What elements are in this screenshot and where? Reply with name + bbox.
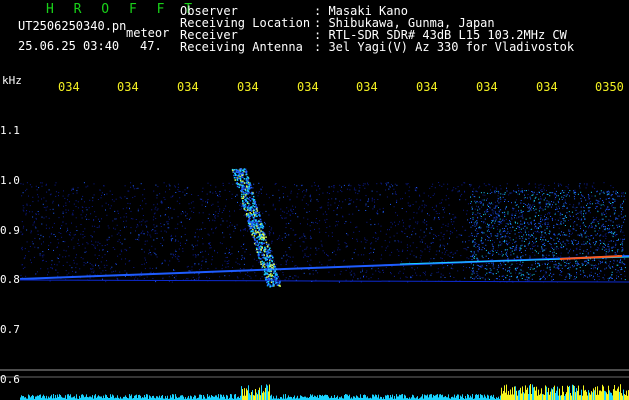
time-tick-label: 034 [58,80,80,94]
time-tick-label: 034 [297,80,319,94]
time-tick-label: 034 [356,80,378,94]
freq-tick-label: 0.9 [0,224,20,237]
secondary-line [19,279,629,283]
freq-tick-label: 0.8 [0,273,20,286]
freq-unit-label: kHz [2,74,22,87]
signal-level-bars [20,384,629,400]
time-tick-label: 034 [237,80,259,94]
time-tick-label: 034 [536,80,558,94]
spectrogram [0,168,629,400]
time-tick-label: 034 [476,80,498,94]
freq-tick-label: 1.1 [0,124,20,137]
freq-tick-label: 1.0 [0,174,20,187]
time-tick-label: 034 [177,80,199,94]
time-tick-label: 034 [416,80,438,94]
freq-tick-label: 0.6 [0,373,20,386]
freq-tick-label: 0.7 [0,323,20,336]
time-tick-label: 0350 [595,80,624,94]
time-tick-label: 034 [117,80,139,94]
